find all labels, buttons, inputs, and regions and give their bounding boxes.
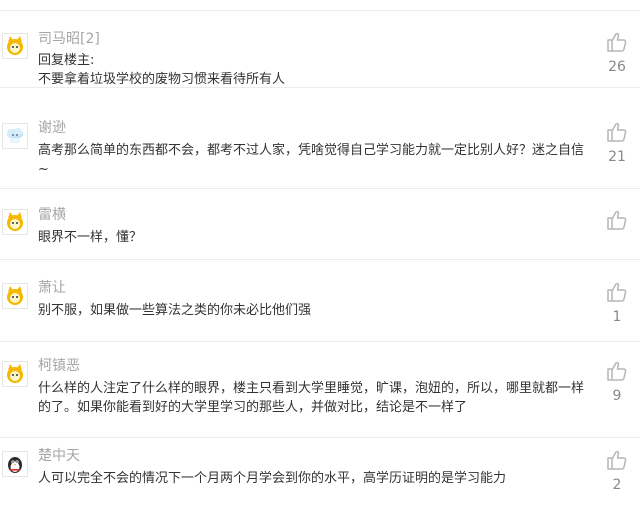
comment-item: 司马昭[2] 回复楼主: 不要拿着垃圾学校的废物习惯来看待所有人 26: [0, 11, 640, 88]
comment-item: 谢逊 高考那么简单的东西都不会，都考不过人家，凭啥觉得自己学习能力就一定比别人好…: [0, 88, 640, 189]
comment-text: 眼界不一样，懂？: [38, 228, 590, 247]
comment-text-line: 别不服，如果做一些算法之类的你未必比他们强: [38, 303, 312, 318]
comment-username[interactable]: 萧让: [38, 279, 66, 297]
comment-text-line: 的了。如果你能看到好的大学里学习的那些人，并做对比，结论是不一样了: [38, 400, 468, 415]
thumbs-up-icon: [606, 281, 628, 303]
comment-text: 什么样的人注定了什么样的眼界，楼主只看到大学里睡觉，旷课，泡妞的，所以，哪里就都…: [38, 379, 590, 417]
like-button[interactable]: 21: [600, 121, 634, 165]
penguin-avatar-icon: [4, 453, 26, 475]
thumbs-up-icon: [606, 209, 628, 231]
comment-text-line: 什么样的人注定了什么样的眼界，楼主只看到大学里睡觉，旷课，泡妞的，所以，哪里就都…: [38, 381, 585, 396]
comment-username[interactable]: 谢逊: [38, 119, 66, 137]
user-avatar[interactable]: [2, 209, 28, 235]
like-count: 2: [612, 477, 622, 493]
like-button[interactable]: 2: [600, 449, 634, 493]
comment-username[interactable]: 司马昭[2]: [38, 30, 100, 48]
thumbs-up-icon: [606, 121, 628, 143]
blue-cloud-avatar-icon: [4, 125, 26, 147]
like-button[interactable]: 26: [600, 31, 634, 75]
comment-text-line: 回复楼主:: [38, 53, 95, 68]
comment-username[interactable]: 雷横: [38, 206, 66, 224]
yellow-cat-avatar-icon: [4, 35, 26, 57]
comment-text-line: 高考那么简单的东西都不会，都考不过人家，凭啥觉得自己学习能力就一定比别人好？迷之…: [38, 143, 585, 158]
user-avatar[interactable]: [2, 283, 28, 309]
comment-username[interactable]: 柯镇恶: [38, 357, 80, 375]
thumbs-up-icon: [606, 449, 628, 471]
comment-text-line: ~: [38, 162, 49, 177]
comment-text: 高考那么简单的东西都不会，都考不过人家，凭啥觉得自己学习能力就一定比别人好？迷之…: [38, 141, 590, 179]
comment-text: 人可以完全不会的情况下一个月两个月学会到你的水平，高学历证明的是学习能力: [38, 469, 590, 488]
like-count: 1: [612, 309, 622, 325]
comment-item: 萧让 别不服，如果做一些算法之类的你未必比他们强 1: [0, 260, 640, 342]
thumbs-up-icon: [606, 31, 628, 53]
user-avatar[interactable]: [2, 33, 28, 59]
comment-text: 回复楼主: 不要拿着垃圾学校的废物习惯来看待所有人: [38, 51, 590, 89]
like-count: 9: [612, 388, 622, 404]
comment-text-line: 人可以完全不会的情况下一个月两个月学会到你的水平，高学历证明的是学习能力: [38, 471, 507, 486]
comment-text-line: 眼界不一样，懂？: [38, 230, 143, 245]
user-avatar[interactable]: [2, 361, 28, 387]
like-count: 26: [608, 59, 626, 75]
comment-item: 楚中天 人可以完全不会的情况下一个月两个月学会到你的水平，高学历证明的是学习能力…: [0, 438, 640, 507]
yellow-cat-avatar-icon: [4, 285, 26, 307]
user-avatar[interactable]: [2, 123, 28, 149]
comment-username[interactable]: 楚中天: [38, 447, 80, 465]
comment-text: 别不服，如果做一些算法之类的你未必比他们强: [38, 301, 590, 320]
comment-list: 司马昭[2] 回复楼主: 不要拿着垃圾学校的废物习惯来看待所有人 26 谢逊 高…: [0, 0, 640, 507]
yellow-cat-avatar-icon: [4, 211, 26, 233]
like-button[interactable]: 9: [600, 360, 634, 404]
thumbs-up-icon: [606, 360, 628, 382]
yellow-cat-avatar-icon: [4, 363, 26, 385]
user-avatar[interactable]: [2, 451, 28, 477]
comment-item: 雷横 眼界不一样，懂？: [0, 189, 640, 260]
like-count: 21: [608, 149, 626, 165]
comment-item: 柯镇恶 什么样的人注定了什么样的眼界，楼主只看到大学里睡觉，旷课，泡妞的，所以，…: [0, 342, 640, 438]
like-button[interactable]: 1: [600, 281, 634, 325]
like-button[interactable]: [600, 209, 634, 231]
